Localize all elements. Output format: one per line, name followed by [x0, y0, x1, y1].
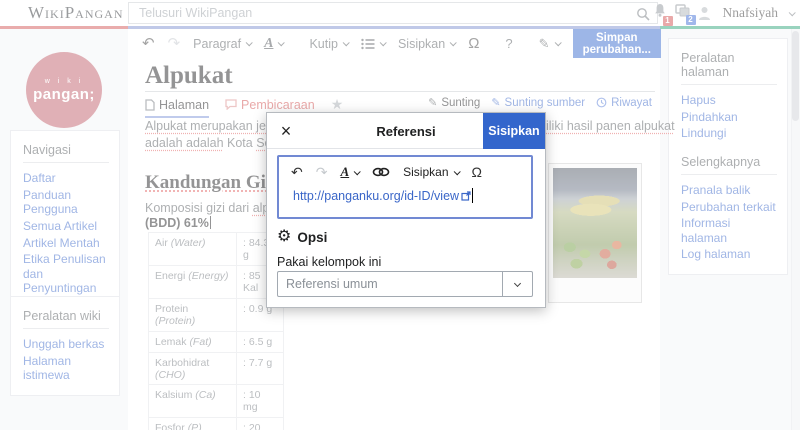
reference-edit-surface[interactable]: ↶ ↷ A Sisipkan Ω http://panganku.org/id-… [277, 155, 533, 219]
gear-icon: ⚙ [277, 229, 291, 245]
dialog-toolbar: ↶ ↷ A Sisipkan Ω [279, 157, 531, 180]
insert-dropdown[interactable]: Sisipkan [403, 165, 458, 179]
dropdown-chevron-down-icon[interactable] [502, 272, 532, 296]
external-link-icon [461, 191, 471, 201]
dialog-insert-button[interactable]: Sisipkan [483, 113, 545, 149]
reference-group-dropdown[interactable]: Referensi umum [277, 271, 533, 297]
undo-icon[interactable]: ↶ [291, 165, 303, 179]
dialog-header: × Referensi Sisipkan [267, 113, 545, 149]
reference-link-text[interactable]: http://panganku.org/id-ID/view [293, 188, 531, 203]
browser-viewport: WikiPangan 1 [0, 0, 800, 430]
text-style-dropdown[interactable]: A [340, 164, 359, 180]
link-icon[interactable] [372, 167, 390, 177]
options-heading: Opsi [297, 230, 327, 245]
special-character-icon[interactable]: Ω [472, 165, 482, 179]
group-field-label: Pakai kelompok ini [277, 255, 381, 269]
options-heading-row: ⚙ Opsi [277, 229, 327, 245]
dropdown-value: Referensi umum [286, 277, 378, 291]
text-cursor [472, 188, 473, 203]
reference-dialog: × Referensi Sisipkan ↶ ↷ A Sisipkan Ω [266, 112, 546, 308]
redo-icon: ↷ [316, 165, 328, 179]
